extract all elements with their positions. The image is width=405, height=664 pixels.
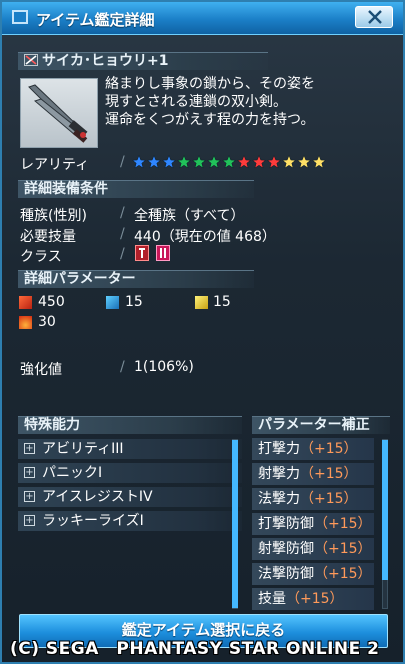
abilities-scrollbar[interactable] [232, 439, 238, 609]
bonus-row: 打撃防御（+15） [252, 513, 374, 535]
rarity-star-icon [222, 155, 236, 169]
skill-label: 必要技量 [20, 229, 76, 245]
rarity-star-icon [177, 155, 191, 169]
grind-value: 1(106%) [134, 359, 194, 375]
rarity-star-icon [162, 155, 176, 169]
expand-icon: + [24, 491, 35, 502]
rarity-star-icon [312, 155, 326, 169]
item-name: サイカ･ヒョウリ+1 [42, 53, 169, 69]
bonus-row: 技量（+15） [252, 588, 374, 610]
ability-name: アイスレジストIV [42, 489, 153, 505]
bonus-scrollbar[interactable] [382, 439, 388, 609]
race-separator: / [120, 205, 125, 221]
class-separator: / [120, 246, 125, 262]
bonus-value: （+15） [300, 491, 358, 507]
bonus-value: （+15） [300, 441, 358, 457]
rarity-separator: / [120, 154, 125, 170]
class-hunter-icon [135, 245, 149, 261]
bonus-row: 法撃防御（+15） [252, 563, 374, 585]
rarity-star-icon [267, 155, 281, 169]
bonus-label: 技量 [258, 591, 286, 607]
window-title: アイテム鑑定詳細 [36, 11, 155, 29]
technique-power-icon [195, 296, 208, 309]
ranged-value: 15 [125, 294, 143, 310]
ability-item[interactable]: + アビリティIII [18, 439, 242, 459]
rarity-star-icon [132, 155, 146, 169]
item-description: 絡まりし事象の鎖から、その姿を 現すとされる連鎖の双小剣。 運命をくつがえす程の… [105, 75, 315, 129]
ability-name: アビリティIII [42, 441, 124, 457]
ability-name: ラッキーライズI [42, 513, 144, 529]
rarity-star-icon [237, 155, 251, 169]
parameter-bonus-header: パラメーター補正 [252, 416, 390, 434]
rarity-stars [132, 154, 327, 170]
bonus-value: （+15） [300, 466, 358, 482]
bonus-row: 法撃力（+15） [252, 488, 374, 510]
bonus-scroll-thumb[interactable] [382, 440, 388, 580]
class-fighter-icon [156, 245, 170, 261]
race-value: 全種族（すべて） [134, 208, 245, 224]
grind-separator: / [120, 359, 125, 375]
expand-icon: + [24, 515, 35, 526]
technique-value: 15 [213, 294, 231, 310]
fire-value: 30 [38, 314, 56, 330]
item-appraisal-window: アイテム鑑定詳細 サイカ･ヒョウリ+1 絡まりし事象の鎖から、その姿を 現すとさ… [0, 0, 405, 664]
bonus-row: 射撃防御（+15） [252, 538, 374, 560]
rarity-star-icon [282, 155, 296, 169]
fire-element-icon [19, 316, 32, 329]
bonus-value: （+15） [314, 566, 372, 582]
window-icon [12, 10, 28, 24]
ability-item[interactable]: + アイスレジストIV [18, 487, 242, 507]
rarity-star-icon [252, 155, 266, 169]
item-image [20, 78, 98, 148]
grind-label: 強化値 [20, 362, 62, 378]
bonus-label: 法撃力 [258, 491, 300, 507]
bonus-value: （+15） [286, 591, 344, 607]
ability-name: パニックI [42, 465, 103, 481]
rarity-star-icon [297, 155, 311, 169]
expand-icon: + [24, 467, 35, 478]
abilities-scroll-thumb[interactable] [232, 440, 238, 608]
item-name-header: サイカ･ヒョウリ+1 [18, 52, 268, 70]
expand-icon: + [24, 443, 35, 454]
bonus-value: （+15） [314, 516, 372, 532]
bonus-value: （+15） [314, 541, 372, 557]
rarity-star-icon [207, 155, 221, 169]
bonus-label: 打撃力 [258, 441, 300, 457]
bonus-label: 射撃防御 [258, 541, 314, 557]
skill-separator: / [120, 226, 125, 242]
equip-conditions-header: 詳細装備条件 [18, 180, 254, 198]
ability-item[interactable]: + ラッキーライズI [18, 511, 242, 531]
class-label: クラス [20, 249, 62, 265]
rarity-star-icon [192, 155, 206, 169]
special-abilities-header: 特殊能力 [18, 416, 242, 434]
bonus-row: 打撃力（+15） [252, 438, 374, 460]
bonus-label: 打撃防御 [258, 516, 314, 532]
dual-dagger-icon [24, 54, 38, 66]
ability-item[interactable]: + パニックI [18, 463, 242, 483]
striking-power-icon [19, 296, 32, 309]
skill-value: 440（現在の値 468） [134, 229, 276, 245]
bonus-label: 射撃力 [258, 466, 300, 482]
description-line-2: 現すとされる連鎖の双小剣。 [105, 94, 287, 110]
ranged-power-icon [106, 296, 119, 309]
copyright-text: (C) SEGA PHANTASY STAR ONLINE 2 [10, 639, 380, 659]
striking-value: 450 [38, 294, 65, 310]
race-label: 種族(性別) [20, 208, 87, 224]
parameters-header: 詳細パラメーター [18, 270, 254, 288]
twin-daggers-icon [28, 84, 88, 143]
bonus-label: 法撃防御 [258, 566, 314, 582]
description-line-3: 運命をくつがえす程の力を持つ。 [105, 112, 315, 128]
title-bar: アイテム鑑定詳細 [2, 2, 403, 35]
close-button[interactable] [355, 6, 393, 28]
close-icon [368, 10, 382, 24]
rarity-star-icon [147, 155, 161, 169]
bonus-row: 射撃力（+15） [252, 463, 374, 485]
rarity-label: レアリティ [20, 157, 90, 173]
description-line-1: 絡まりし事象の鎖から、その姿を [105, 76, 315, 92]
